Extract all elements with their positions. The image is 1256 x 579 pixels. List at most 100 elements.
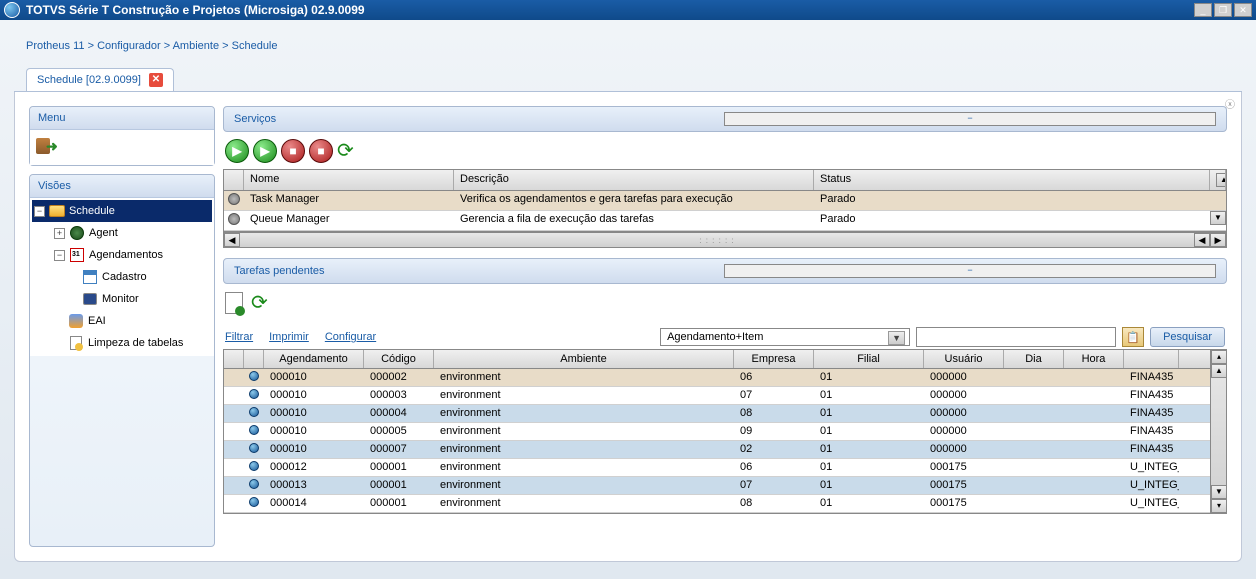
section-collapse-button[interactable]: − [724, 112, 1216, 126]
scroll-right-button[interactable]: ▶ [1210, 233, 1226, 247]
section-title: Serviços [234, 113, 724, 125]
play-all-button[interactable]: ▶ [225, 139, 249, 163]
search-clipboard-icon[interactable]: 📋 [1122, 327, 1144, 347]
maximize-button[interactable]: ❐ [1214, 3, 1232, 17]
section-collapse-button[interactable]: − [724, 264, 1216, 278]
tab-label: Schedule [02.9.0099] [37, 74, 141, 86]
cell-fil: 01 [814, 405, 924, 422]
cell-rotina: U_INTEG_ [1124, 477, 1179, 494]
tarefas-grid: Agendamento Código Ambiente Empresa Fili… [223, 349, 1211, 514]
tarefas-row[interactable]: 000014000001environment0801000175U_INTEG… [224, 495, 1210, 513]
panel-close-icon[interactable]: ⓧ [1225, 96, 1235, 111]
section-title: Tarefas pendentes [234, 265, 724, 277]
cell-agend: 000013 [264, 477, 364, 494]
cell-amb: environment [434, 423, 734, 440]
tree-node-agent[interactable]: + Agent [32, 222, 212, 244]
exit-icon[interactable] [36, 136, 58, 156]
tree-collapse-icon[interactable]: − [54, 250, 65, 261]
scroll-top-button[interactable]: ▴ [1211, 350, 1227, 364]
play-button[interactable]: ▶ [253, 139, 277, 163]
cell-fil: 01 [814, 369, 924, 386]
globe-icon [70, 226, 84, 240]
breadcrumb-link[interactable]: Configurador [97, 40, 161, 52]
scroll-right-button[interactable]: ◀ [1194, 233, 1210, 247]
servicos-hscroll[interactable]: ◀ : : : : : : ◀ ▶ [223, 232, 1227, 248]
grid-icon [83, 270, 97, 284]
refresh-icon[interactable]: ⟳ [251, 290, 268, 315]
scroll-bottom-button[interactable]: ▾ [1211, 499, 1227, 513]
status-ball-icon [249, 479, 259, 489]
scroll-up-button[interactable]: ▲ [1216, 173, 1226, 187]
status-ball-icon [249, 443, 259, 453]
tree-node-monitor[interactable]: Monitor [32, 288, 212, 310]
tarefas-row[interactable]: 000013000001environment0701000175U_INTEG… [224, 477, 1210, 495]
tree-node-eai[interactable]: EAI [32, 310, 212, 332]
tree-label: Agendamentos [89, 249, 163, 261]
pesquisar-button[interactable]: Pesquisar [1150, 327, 1225, 347]
tree-node-schedule[interactable]: − Schedule [32, 200, 212, 222]
tarefas-row[interactable]: 000012000001environment0601000175U_INTEG… [224, 459, 1210, 477]
col-usuario[interactable]: Usuário [924, 350, 1004, 368]
tarefas-row[interactable]: 000010000002environment0601000000FINA435 [224, 369, 1210, 387]
new-doc-icon[interactable] [225, 292, 243, 314]
tree-collapse-icon[interactable]: − [34, 206, 45, 217]
col-descricao[interactable]: Descrição [454, 170, 814, 190]
col-hora[interactable]: Hora [1064, 350, 1124, 368]
breadcrumb-link[interactable]: Protheus 11 [26, 40, 85, 52]
breadcrumb-link[interactable]: Ambiente [173, 40, 219, 52]
tree-expand-icon[interactable]: + [54, 228, 65, 239]
menu-panel-header: Menu [30, 107, 214, 130]
cell-rotina: FINA435 [1124, 441, 1179, 458]
tarefas-row[interactable]: 000010000007environment0201000000FINA435 [224, 441, 1210, 459]
col-dia[interactable]: Dia [1004, 350, 1064, 368]
scroll-down-button[interactable]: ▼ [1211, 485, 1227, 499]
cell-cod: 000002 [364, 369, 434, 386]
close-window-button[interactable]: ✕ [1234, 3, 1252, 17]
col-codigo[interactable]: Código [364, 350, 434, 368]
configurar-link[interactable]: Configurar [325, 331, 376, 343]
cell-rotina: FINA435 [1124, 423, 1179, 440]
cell-cod: 000004 [364, 405, 434, 422]
filtrar-link[interactable]: Filtrar [225, 331, 253, 343]
search-input[interactable] [916, 327, 1116, 347]
tree-node-limpeza[interactable]: Limpeza de tabelas [32, 332, 212, 354]
col-status[interactable]: Status [814, 170, 1210, 190]
stop-all-button[interactable]: ■ [281, 139, 305, 163]
status-ball-icon [249, 389, 259, 399]
breadcrumb-link[interactable]: Schedule [232, 40, 278, 52]
refresh-icon[interactable]: ⟳ [337, 138, 354, 163]
servicos-row[interactable]: Queue ManagerGerencia a fila de execução… [224, 211, 1226, 231]
col-filial[interactable]: Filial [814, 350, 924, 368]
servicos-row[interactable]: Task ManagerVerifica os agendamentos e g… [224, 191, 1226, 211]
cell-dia [1004, 423, 1064, 440]
stop-button[interactable]: ■ [309, 139, 333, 163]
sort-combo[interactable]: Agendamento+Item [660, 328, 910, 346]
tarefas-row[interactable]: 000010000003environment0701000000FINA435 [224, 387, 1210, 405]
scroll-up-button[interactable]: ▲ [1211, 364, 1227, 378]
tree-node-cadastro[interactable]: Cadastro [32, 266, 212, 288]
imprimir-link[interactable]: Imprimir [269, 331, 309, 343]
tarefas-header: Tarefas pendentes − [223, 258, 1227, 284]
cell-emp: 06 [734, 369, 814, 386]
cell-usr: 000000 [924, 441, 1004, 458]
col-agendamento[interactable]: Agendamento [264, 350, 364, 368]
status-ball-icon [249, 497, 259, 507]
cell-amb: environment [434, 405, 734, 422]
col-ambiente[interactable]: Ambiente [434, 350, 734, 368]
cell-rotina: U_INTEG_ [1124, 459, 1179, 476]
col-empresa[interactable]: Empresa [734, 350, 814, 368]
cell-agend: 000010 [264, 441, 364, 458]
scroll-down-button[interactable]: ▼ [1210, 211, 1226, 225]
scroll-left-button[interactable]: ◀ [224, 233, 240, 247]
window-titlebar: TOTVS Série T Construção e Projetos (Mic… [0, 0, 1256, 20]
tab-schedule[interactable]: Schedule [02.9.0099] ✕ [26, 68, 174, 91]
cell-desc: Verifica os agendamentos e gera tarefas … [454, 191, 814, 210]
tarefas-row[interactable]: 000010000005environment0901000000FINA435 [224, 423, 1210, 441]
monitor-icon [83, 293, 97, 305]
tab-close-icon[interactable]: ✕ [149, 73, 163, 87]
tarefas-row[interactable]: 000010000004environment0801000000FINA435 [224, 405, 1210, 423]
cell-emp: 02 [734, 441, 814, 458]
col-nome[interactable]: Nome [244, 170, 454, 190]
tree-node-agendamentos[interactable]: − Agendamentos [32, 244, 212, 266]
minimize-button[interactable]: _ [1194, 3, 1212, 17]
